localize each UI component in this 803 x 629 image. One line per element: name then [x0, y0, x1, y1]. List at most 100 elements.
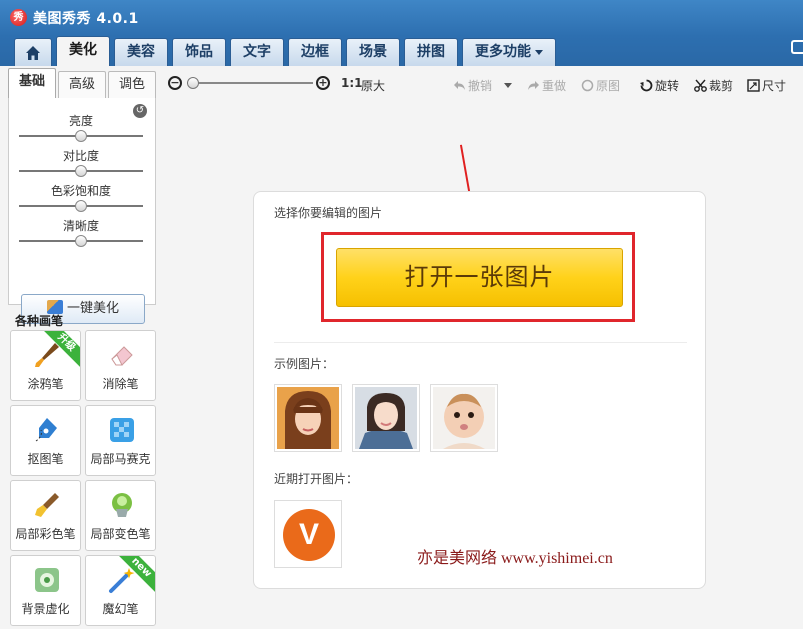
contrast-label: 对比度 [62, 149, 99, 163]
original-icon [581, 79, 594, 92]
resize-label: 尺寸 [762, 79, 787, 93]
main-tabs: 美化 美容 饰品 文字 边框 场景 拼图 更多功能 [14, 36, 560, 66]
window-restore-icon[interactable] [791, 40, 803, 54]
brush-doodle[interactable]: 升级 涂鸦笔 [10, 330, 81, 401]
recent-images-label: 近期打开图片： [274, 472, 359, 486]
brightness-label: 亮度 [68, 114, 93, 128]
rotate-label: 旋转 [655, 79, 680, 93]
tab-cosmetic[interactable]: 美容 [114, 38, 168, 66]
undo-dropdown[interactable] [504, 77, 512, 91]
basic-adjust-panel: ↺ 亮度 对比度 色彩饱和度 清晰度 一键美化 [8, 98, 156, 324]
subtab-color-tune[interactable]: 调色 [108, 71, 156, 98]
rotate-button[interactable]: 旋转 [640, 77, 679, 94]
tab-border[interactable]: 边框 [288, 38, 342, 66]
tab-beautify[interactable]: 美化 [56, 36, 110, 66]
brush-local-recolor[interactable]: 局部变色笔 [85, 480, 156, 551]
brush-background-blur[interactable]: 背景虚化 [10, 555, 81, 626]
tab-text[interactable]: 文字 [230, 38, 284, 66]
saturation-slider[interactable] [19, 200, 143, 212]
magic-wand-icon [109, 568, 135, 593]
title-bar: 秀 美图秀秀 4.0.1 美化 美容 饰品 文字 边框 场景 拼图 更多功能 [0, 0, 803, 66]
sharpness-slider[interactable] [19, 235, 143, 247]
actual-size-button[interactable]: 原大 [361, 77, 385, 94]
brush-cutout[interactable]: 抠图笔 [10, 405, 81, 476]
brush-local-color[interactable]: 局部彩色笔 [10, 480, 81, 551]
watermark-text: 亦是美网络 www.yishimei.cn [417, 550, 613, 567]
tab-more-features[interactable]: 更多功能 [462, 38, 556, 66]
zoom-out-icon[interactable]: − [168, 76, 182, 90]
brush-cutout-label: 抠图笔 [27, 452, 64, 466]
scissors-icon [694, 79, 707, 92]
redo-button[interactable]: 重做 [527, 77, 566, 94]
sample-image-1[interactable] [274, 384, 342, 452]
sample-image-2[interactable] [352, 384, 420, 452]
brush-eraser-label: 消除笔 [102, 377, 139, 391]
home-tab[interactable] [14, 38, 52, 66]
brush-magic-label: 魔幻笔 [102, 602, 139, 616]
brush-local-color-label: 局部彩色笔 [15, 527, 76, 541]
rotate-icon [640, 79, 653, 92]
zoom-slider-knob[interactable] [187, 77, 199, 89]
edit-toolbar: − + 1:1 原大 撤销 重做 原图 旋转 裁剪 尺寸 [163, 70, 803, 98]
open-image-card: 选择你要编辑的图片 打开一张图片 示例图片： 近期打开图片： V [253, 191, 706, 589]
tab-collage[interactable]: 拼图 [404, 38, 458, 66]
blur-icon [35, 568, 59, 592]
select-image-prompt: 选择你要编辑的图片 [274, 206, 383, 220]
resize-button[interactable]: 尺寸 [747, 77, 786, 94]
sample-photo-woman-bangs [277, 387, 339, 449]
sample-image-3[interactable] [430, 384, 498, 452]
brightness-slider-knob[interactable] [75, 130, 87, 142]
contrast-slider-knob[interactable] [75, 165, 87, 177]
adjust-subtabs: 基础 高级 调色 [8, 68, 158, 98]
left-panel: 基础 高级 调色 ↺ 亮度 对比度 色彩饱和度 清晰度 一键美化 各种画笔 升级… [8, 68, 158, 629]
open-image-button[interactable]: 打开一张图片 [336, 248, 623, 307]
mosaic-icon [110, 418, 134, 442]
saturation-label: 色彩饱和度 [50, 184, 111, 198]
original-button[interactable]: 原图 [581, 77, 620, 94]
sample-images-label: 示例图片： [274, 357, 335, 371]
sample-photo-baby [433, 387, 495, 449]
recent-image-1[interactable]: V [274, 500, 342, 568]
sharpness-label: 清晰度 [62, 219, 99, 233]
redo-label: 重做 [542, 79, 567, 93]
app-title: 美图秀秀 4.0.1 [33, 11, 139, 27]
undo-button[interactable]: 撤销 [453, 77, 492, 94]
sharpness-slider-knob[interactable] [75, 235, 87, 247]
color-brush-icon [35, 493, 59, 517]
subtab-basic[interactable]: 基础 [8, 68, 56, 98]
brightness-slider-row: 亮度 [19, 114, 143, 142]
more-features-label: 更多功能 [475, 44, 531, 60]
chevron-down-icon [504, 83, 512, 88]
crop-button[interactable]: 裁剪 [694, 77, 733, 94]
app-logo-icon: 秀 [10, 9, 27, 26]
original-label: 原图 [596, 79, 621, 93]
brush-local-recolor-label: 局部变色笔 [90, 527, 151, 541]
undo-icon [454, 81, 465, 90]
brush-magic[interactable]: new 魔幻笔 [85, 555, 156, 626]
main-canvas: 选择你要编辑的图片 打开一张图片 示例图片： 近期打开图片： V 亦是美网络 w… [163, 100, 803, 629]
one-click-beautify-label: 一键美化 [66, 301, 119, 316]
divider [274, 342, 687, 343]
zoom-slider[interactable] [187, 77, 313, 89]
tab-accessories[interactable]: 饰品 [172, 38, 226, 66]
brush-mosaic[interactable]: 局部马赛克 [85, 405, 156, 476]
contrast-slider[interactable] [19, 165, 143, 177]
tab-scene[interactable]: 场景 [346, 38, 400, 66]
chevron-down-icon [535, 49, 543, 55]
subtab-advanced[interactable]: 高级 [58, 71, 106, 98]
eraser-icon [111, 346, 133, 366]
brightness-slider[interactable] [19, 130, 143, 142]
resize-icon [747, 79, 760, 92]
recent-image-v-logo: V [283, 509, 335, 561]
brush-eraser[interactable]: 消除笔 [85, 330, 156, 401]
crop-label: 裁剪 [709, 79, 734, 93]
redo-icon [528, 81, 539, 90]
brush-background-blur-label: 背景虚化 [21, 602, 70, 616]
undo-label: 撤销 [468, 79, 493, 93]
pen-nib-icon [35, 418, 57, 442]
contrast-slider-row: 对比度 [19, 149, 143, 177]
saturation-slider-knob[interactable] [75, 200, 87, 212]
home-icon [26, 46, 40, 60]
actual-size-ratio[interactable]: 1:1 [341, 76, 363, 90]
zoom-in-icon[interactable]: + [316, 76, 330, 90]
